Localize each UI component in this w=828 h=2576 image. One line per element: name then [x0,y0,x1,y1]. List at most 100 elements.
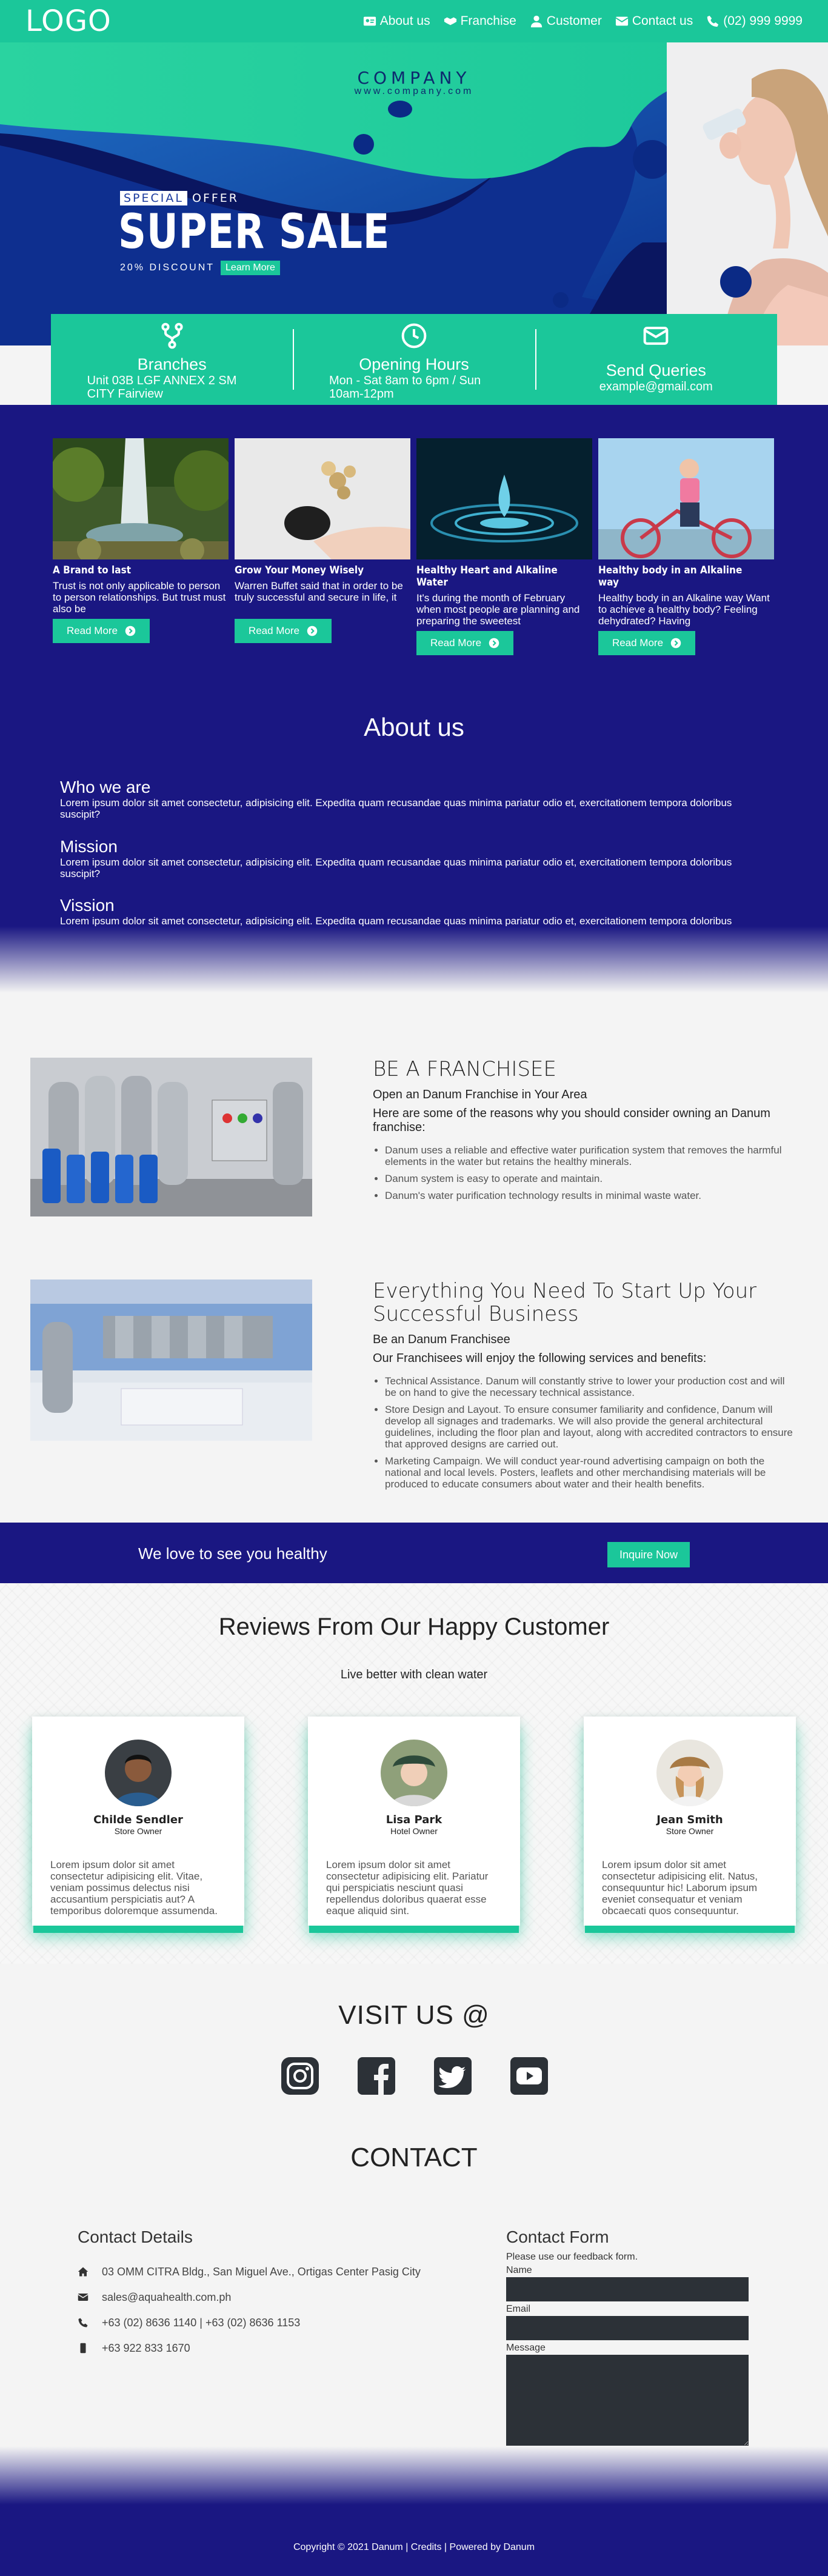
footer: Copyright © 2021 Danum | Credits | Power… [0,2446,828,2576]
info-text: Unit 03B LGF ANNEX 2 SM CITY Fairview [87,374,237,401]
offer-label: OFFER [192,192,239,205]
cta-text: We love to see you healthy [138,1544,327,1563]
company-website: www.company.com [354,86,474,96]
name-label: Name [506,2265,532,2275]
instagram-icon[interactable] [279,2055,321,2097]
list-item: Danum system is easy to operate and main… [385,1173,797,1184]
list-item: Danum uses a reliable and effective wate… [385,1144,797,1167]
card-title[interactable]: Healthy body in an Alkaline way [598,564,756,589]
info-text: example@gmail.com [599,380,713,393]
info-send-queries: Send Queries example@gmail.com [535,314,777,405]
contact-form-title: Contact Form [506,2227,609,2246]
franchise-subtitle: Open an Danum Franchise in Your Area [373,1088,587,1101]
info-title: Opening Hours [359,355,469,373]
user-icon [530,15,542,28]
social-links [279,2055,550,2097]
nav-link-phone[interactable]: (02) 999 9999 [706,14,803,28]
reviews-section: Reviews From Our Happy Customer Live bet… [0,1583,828,1964]
card-title[interactable]: A Brand to last [53,564,211,576]
franchise-reasons-list: Danum uses a reliable and effective wate… [373,1144,797,1201]
inquire-now-button[interactable]: Inquire Now [607,1542,690,1567]
discount-row: 20% DISCOUNT Learn More [120,261,280,275]
logo[interactable]: LOGO [25,4,112,38]
reviewer-name: Jean Smith [656,1814,723,1826]
phone-row: +63 (02) 8636 1140 | +63 (02) 8636 1153 [78,2310,421,2335]
avatar [381,1740,447,1806]
card-title[interactable]: Grow Your Money Wisely [235,564,393,576]
message-field[interactable] [506,2355,749,2446]
review-card: Lisa Park Hotel Owner Lorem ipsum dolor … [308,1717,520,1926]
info-title: Branches [137,355,207,373]
email-text[interactable]: sales@aquahealth.com.ph [102,2291,231,2304]
about-who-we-are: Who we are Lorem ipsum dolor sit amet co… [60,778,769,820]
read-more-label: Read More [248,625,300,636]
about-heading: Who we are [60,778,151,796]
piggy-bank-image [235,438,410,559]
name-field[interactable] [506,2277,749,2301]
learn-more-button[interactable]: Learn More [221,261,280,275]
read-more-label: Read More [612,637,664,649]
card-title[interactable]: Healthy Heart and Alkaline Water [416,564,575,589]
read-more-button[interactable]: Read More [598,631,695,655]
envelope-icon [78,2294,88,2301]
card-excerpt: Trust is not only applicable to person t… [53,580,226,615]
email-row: sales@aquahealth.com.ph [78,2284,421,2310]
contact-form-note: Please use our feedback form. [506,2252,638,2262]
read-more-button[interactable]: Read More [53,619,150,643]
branch-icon [161,322,183,349]
business-subtitle: Be an Danum Franchisee [373,1333,510,1346]
list-item: Store Design and Layout. To ensure consu… [385,1404,797,1450]
company-name: COMPANY [357,68,471,88]
phone-icon [78,2318,88,2327]
nav-link-franchise[interactable]: Franchise [444,14,516,28]
nav-link-customer[interactable]: Customer [530,14,602,28]
contact-details: Contact Details 03 OMM CITRA Bldg., San … [78,2227,421,2361]
avatar [656,1740,723,1806]
handshake-icon [444,17,456,25]
reviewer-role: Hotel Owner [390,1826,438,1836]
reviews-subtitle: Live better with clean water [340,1668,488,1681]
envelope-icon [615,16,629,26]
blog-card: A Brand to last Trust is not only applic… [53,438,229,643]
blog-card: Healthy Heart and Alkaline Water It's du… [416,438,592,655]
contact-title: CONTACT [350,2143,478,2172]
read-more-button[interactable]: Read More [235,619,332,643]
info-text: Mon - Sat 8am to 6pm / Sun 10am-12pm [329,374,481,401]
cyclist-drinking-image [598,438,774,559]
mobile-icon [80,2343,86,2354]
facebook-icon[interactable] [355,2055,398,2097]
reviewer-role: Store Owner [666,1826,714,1836]
about-title: About us [364,713,464,741]
email-field[interactable] [506,2316,749,2340]
twitter-icon[interactable] [432,2055,474,2097]
about-mission: Mission Lorem ipsum dolor sit amet conse… [60,837,769,879]
reviews-title: Reviews From Our Happy Customer [218,1613,610,1640]
card-excerpt: Warren Buffet said that in order to be t… [235,580,403,603]
review-text: Lorem ipsum dolor sit amet consectetur a… [602,1859,758,1917]
reviewer-name: Lisa Park [386,1814,442,1826]
youtube-icon[interactable] [508,2055,550,2097]
mobile-row: +63 922 833 1670 [78,2335,421,2361]
nav-link-about[interactable]: About us [363,14,430,28]
read-more-button[interactable]: Read More [416,631,513,655]
avatar [105,1740,172,1806]
franchise-lead: Here are some of the reasons why you sho… [373,1107,770,1134]
discount-label: 20% DISCOUNT [120,262,215,273]
super-sale-heading: SUPER SALE [118,205,390,259]
special-label: SPECIAL [120,191,187,205]
arrow-circle-right-icon [489,638,499,649]
clock-icon [401,323,427,349]
navbar: LOGO About us Franchise Customer Contact… [0,0,828,42]
review-card: Childe Sendler Store Owner Lorem ipsum d… [32,1717,244,1926]
card-excerpt: Healthy body in an Alkaline way Want to … [598,592,770,627]
blog-card: Grow Your Money Wisely Warren Buffet sai… [235,438,410,643]
nav-link-contact[interactable]: Contact us [615,14,693,28]
email-label: Email [506,2304,531,2314]
contact-details-title: Contact Details [78,2227,193,2246]
phone-icon [707,15,719,27]
review-card: Jean Smith Store Owner Lorem ipsum dolor… [584,1717,796,1926]
id-card-icon [363,16,376,26]
address-row: 03 OMM CITRA Bldg., San Miguel Ave., Ort… [78,2259,421,2284]
info-title: Send Queries [606,361,706,379]
list-item: Danum's water purification technology re… [385,1190,797,1201]
